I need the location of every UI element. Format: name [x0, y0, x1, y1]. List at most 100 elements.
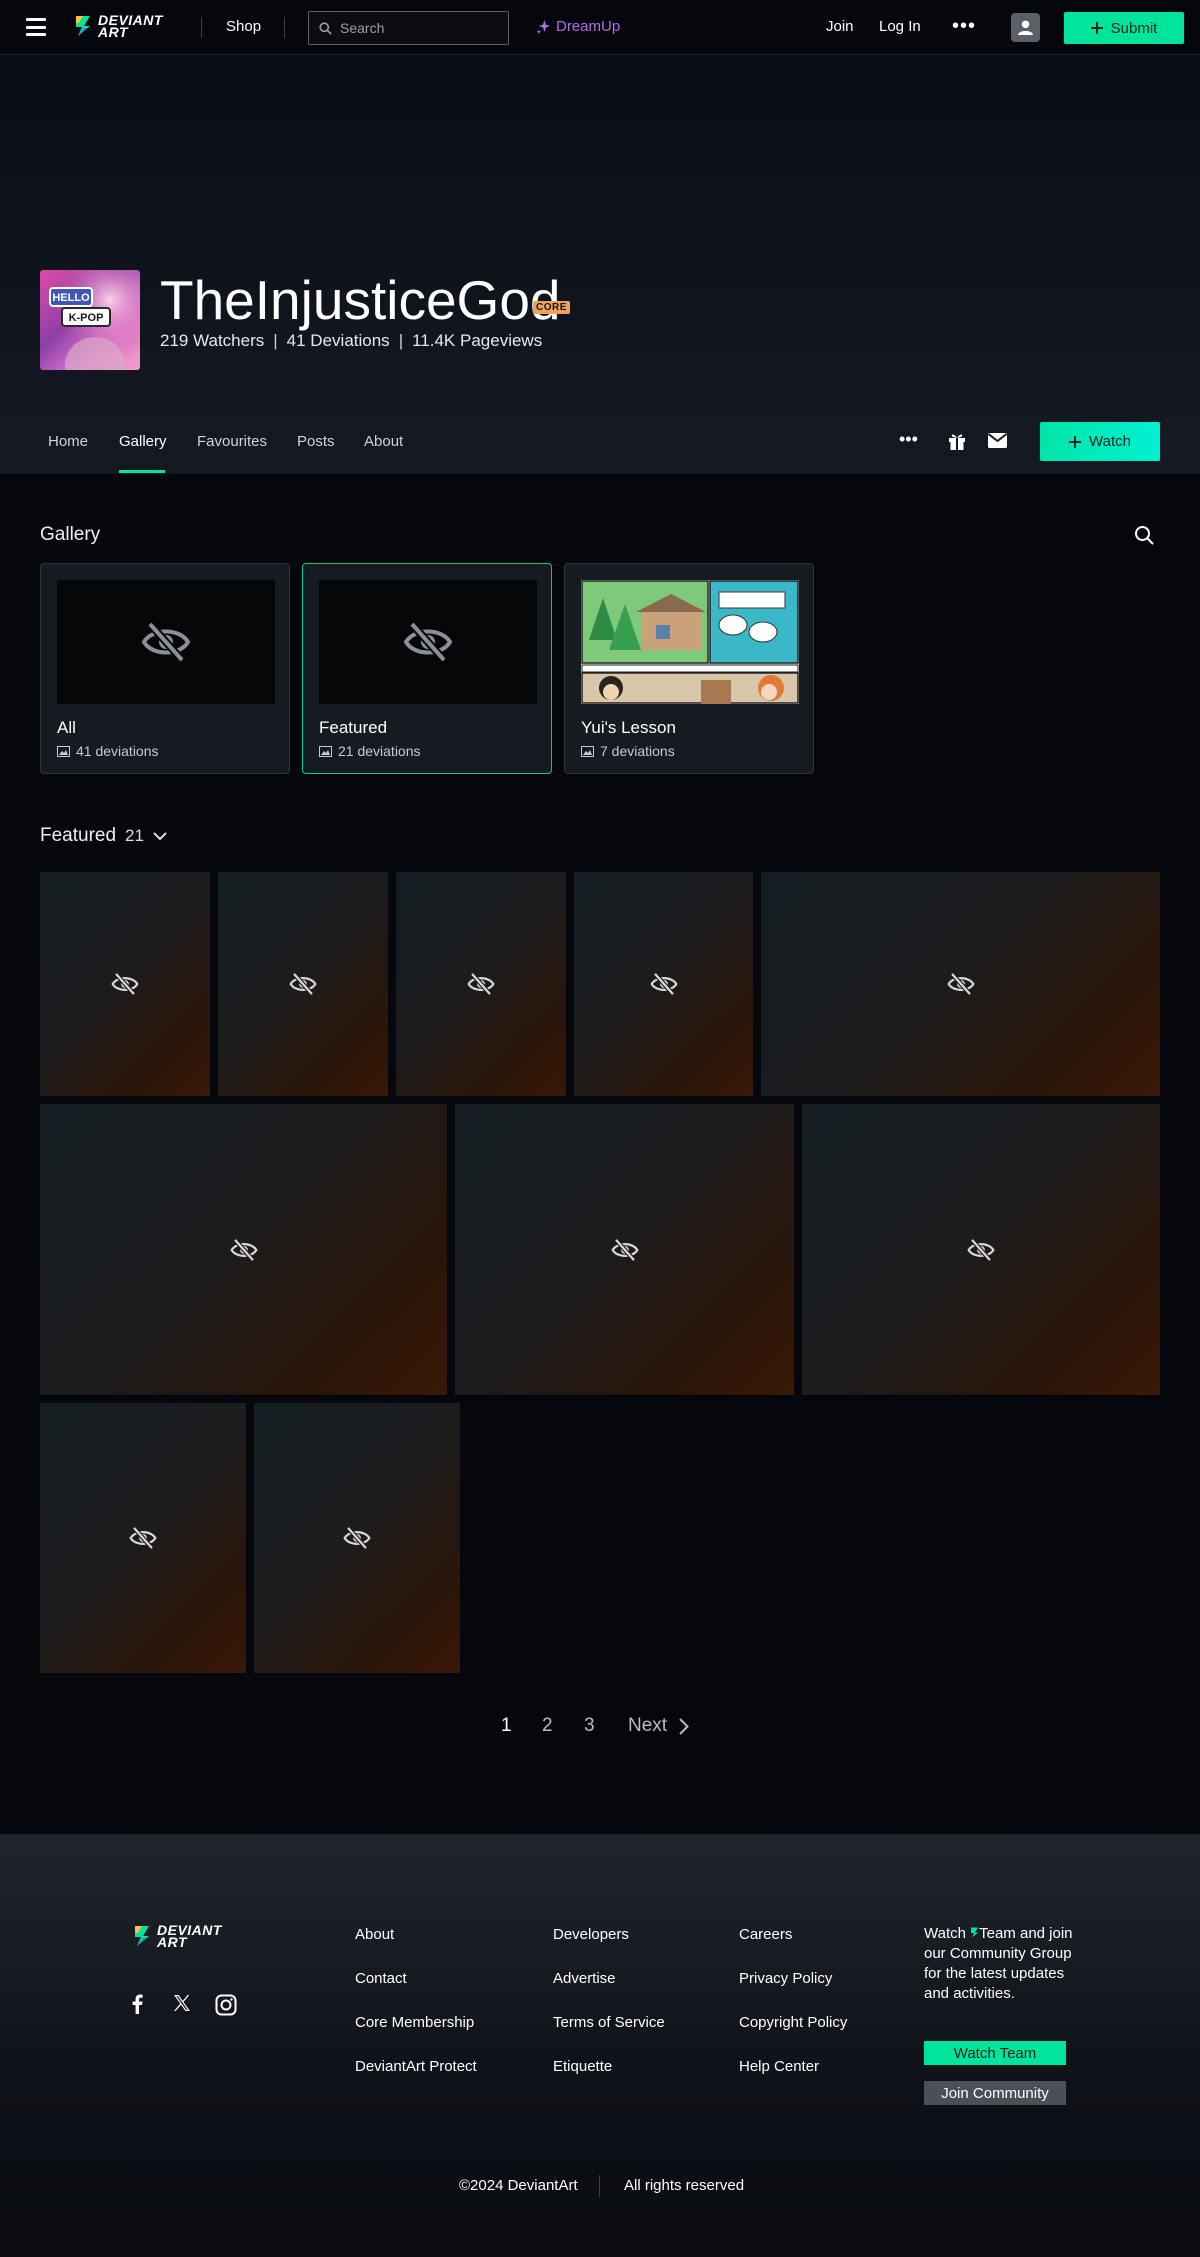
core-badge: CORE [533, 301, 570, 314]
image-icon [319, 745, 332, 757]
folder-thumbnail [319, 580, 537, 704]
footer-link-privacy[interactable]: Privacy Policy [739, 1970, 832, 1987]
sparkle-icon [536, 19, 551, 34]
submit-button[interactable]: Submit [1064, 12, 1184, 44]
deviantart-logo-icon [135, 1926, 149, 1946]
join-community-button[interactable]: Join Community [924, 2081, 1066, 2105]
folder-card-yuis-lesson[interactable]: Yui's Lesson 7 deviations [564, 563, 814, 774]
deviation-thumbnail[interactable] [761, 872, 1160, 1096]
deviation-thumbnail[interactable] [40, 1104, 447, 1395]
deviantart-mini-icon [971, 1927, 979, 1938]
tab-favourites[interactable]: Favourites [197, 433, 267, 450]
watch-team-blurb: Watch Team and join our Community Group … [924, 1924, 1074, 2004]
folder-thumbnail [57, 580, 275, 704]
profile-avatar[interactable]: HELLO K-POP [40, 270, 140, 370]
gallery-heading: Gallery [40, 524, 101, 545]
deviantart-logo-icon [76, 16, 90, 36]
hidden-content-icon [610, 1237, 639, 1262]
dreamup-link[interactable]: DreamUp [536, 18, 620, 35]
deviation-thumbnail[interactable] [218, 872, 388, 1096]
next-page-button[interactable]: Next [628, 1715, 689, 1737]
watchers-count[interactable]: 219 Watchers [160, 331, 264, 351]
hidden-content-icon [967, 1237, 995, 1262]
deviation-thumbnail[interactable] [802, 1104, 1160, 1395]
folder-name: All [57, 718, 76, 737]
featured-title: Featured [40, 825, 117, 846]
footer-link-deviantart-protect[interactable]: DeviantArt Protect [355, 2058, 477, 2075]
more-icon[interactable]: ••• [952, 15, 976, 38]
deviation-thumbnail[interactable] [396, 872, 566, 1096]
footer-link-about[interactable]: About [355, 1926, 394, 1943]
x-twitter-icon[interactable] [173, 1994, 191, 2012]
footer-link-terms[interactable]: Terms of Service [553, 2014, 665, 2031]
search-input[interactable] [340, 20, 490, 36]
watch-button[interactable]: Watch [1040, 422, 1160, 461]
deviations-count: 41 Deviations [286, 331, 390, 350]
logo-text: DEVIANT ART [98, 13, 163, 39]
page-1[interactable]: 1 [501, 1715, 512, 1737]
hidden-content-icon [129, 1526, 157, 1550]
facebook-icon[interactable] [130, 1994, 144, 2014]
footer-link-help-center[interactable]: Help Center [739, 2058, 819, 2075]
featured-count: 21 [125, 826, 144, 845]
pagination: 1 2 3 Next [0, 1715, 1200, 1745]
profile-nav: Home Gallery Favourites Posts About ••• … [0, 409, 1200, 474]
gallery-search-icon[interactable] [1134, 525, 1154, 545]
tab-about[interactable]: About [364, 433, 403, 450]
footer-link-core-membership[interactable]: Core Membership [355, 2014, 474, 2031]
folder-count: 41 deviations [57, 743, 159, 759]
hidden-content-icon [343, 1526, 371, 1550]
footer-logo[interactable]: DEVIANT ART [133, 1923, 222, 1949]
chevron-right-icon [679, 1717, 689, 1735]
instagram-icon[interactable] [215, 1994, 237, 2016]
pageviews-count: 11.4K Pageviews [412, 331, 543, 350]
footer-link-contact[interactable]: Contact [355, 1970, 407, 1987]
login-link[interactable]: Log In [879, 18, 921, 35]
avatar-text-hello: HELLO [52, 292, 90, 304]
page-3[interactable]: 3 [584, 1715, 595, 1737]
deviation-thumbnail[interactable] [455, 1104, 794, 1395]
deviation-thumbnail[interactable] [40, 1403, 246, 1673]
search-box[interactable] [308, 11, 509, 45]
page-2[interactable]: 2 [542, 1715, 553, 1737]
stats-separator: | [398, 331, 404, 350]
footer-link-developers[interactable]: Developers [553, 1926, 629, 1943]
dreamup-label: DreamUp [556, 18, 621, 35]
user-avatar[interactable] [1011, 13, 1040, 42]
tab-posts[interactable]: Posts [297, 433, 335, 450]
tab-gallery[interactable]: Gallery [119, 433, 167, 450]
folder-card-featured[interactable]: Featured 21 deviations [302, 563, 552, 774]
comic-preview-image [581, 580, 799, 704]
deviation-thumbnail[interactable] [574, 872, 753, 1096]
join-link[interactable]: Join [826, 18, 854, 35]
watch-team-button[interactable]: Watch Team [924, 2041, 1066, 2065]
chevron-down-icon [153, 831, 167, 840]
menu-icon[interactable] [26, 18, 46, 36]
shop-link[interactable]: Shop [226, 18, 261, 35]
deviantart-logo[interactable]: DEVIANT ART [74, 13, 163, 39]
folder-card-all[interactable]: All 41 deviations [40, 563, 290, 774]
more-options-icon[interactable]: ••• [899, 429, 918, 450]
footer-link-etiquette[interactable]: Etiquette [553, 2058, 612, 2075]
deviation-thumbnail[interactable] [40, 872, 210, 1096]
hidden-content-icon [649, 972, 678, 996]
profile-username: TheInjusticeGod [160, 269, 561, 331]
footer-link-careers[interactable]: Careers [739, 1926, 792, 1943]
folder-name: Yui's Lesson [581, 718, 676, 737]
featured-heading[interactable]: Featured 21 [40, 825, 167, 847]
footer-link-copyright-policy[interactable]: Copyright Policy [739, 2014, 847, 2031]
footer-link-advertise[interactable]: Advertise [553, 1970, 616, 1987]
folder-thumbnail [581, 580, 799, 704]
divider [599, 2175, 600, 2197]
profile-banner [0, 55, 1200, 409]
submit-label: Submit [1110, 19, 1158, 37]
search-icon [319, 21, 332, 35]
folder-count: 21 deviations [319, 743, 421, 759]
tab-home[interactable]: Home [48, 433, 88, 450]
next-label: Next [628, 1715, 668, 1736]
profile-stats: 219 Watchers | 41 Deviations | 11.4K Pag… [160, 331, 542, 351]
stats-separator: | [273, 331, 278, 350]
mail-icon[interactable] [988, 433, 1007, 448]
deviation-thumbnail[interactable] [254, 1403, 460, 1673]
gift-icon[interactable] [947, 431, 967, 451]
